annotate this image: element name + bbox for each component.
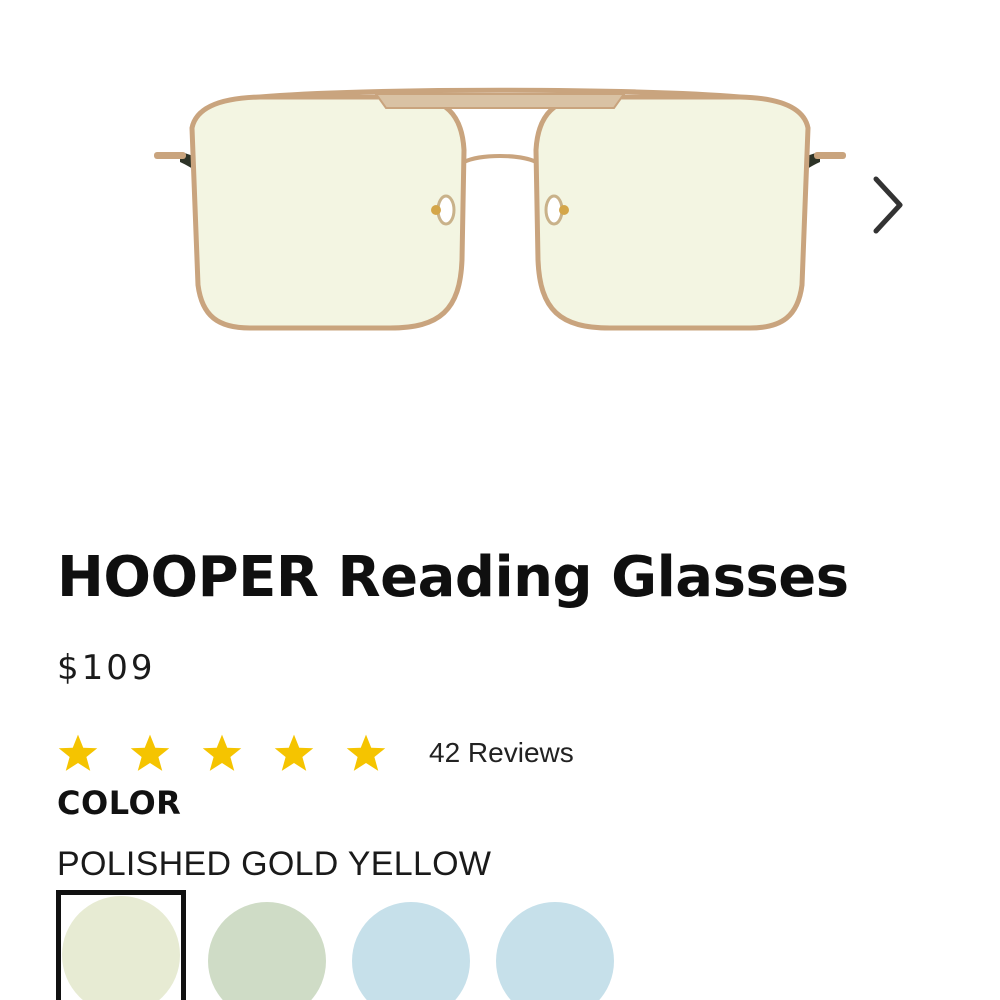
product-rating[interactable]: 42 Reviews <box>57 730 574 776</box>
star-icon <box>274 734 314 771</box>
glasses-product-image <box>154 87 846 331</box>
product-title: HOOPER Reading Glasses <box>57 545 849 610</box>
product-page: HOOPER Reading Glasses $109 42 Reviews C… <box>0 0 1000 1000</box>
product-image-gallery[interactable] <box>0 0 1000 470</box>
reviews-link[interactable]: 42 Reviews <box>429 737 574 769</box>
chevron-right-icon <box>873 176 903 234</box>
product-price: $109 <box>57 648 156 688</box>
selected-color-name: POLISHED GOLD YELLOW <box>57 845 492 883</box>
star-icon <box>202 734 242 771</box>
next-image-button[interactable] <box>860 170 916 240</box>
color-swatch[interactable] <box>496 902 614 1000</box>
star-icon <box>130 734 170 771</box>
color-heading: COLOR <box>57 784 182 822</box>
color-swatch[interactable] <box>352 902 470 1000</box>
color-swatch[interactable] <box>208 902 326 1000</box>
star-icon <box>346 734 386 771</box>
rating-stars <box>57 732 387 774</box>
star-icon <box>58 734 98 771</box>
